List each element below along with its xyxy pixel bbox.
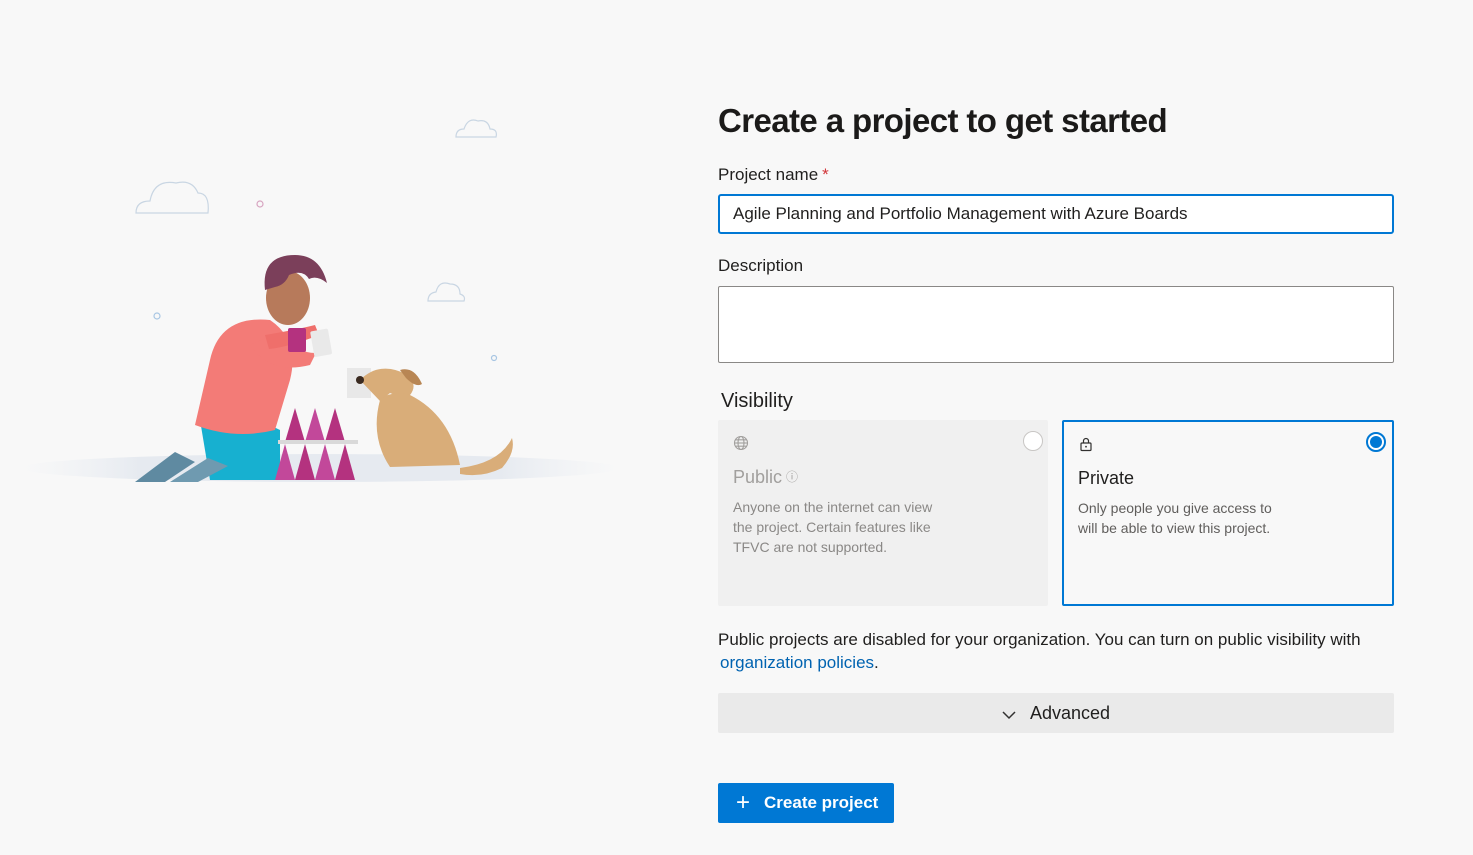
create-project-label: Create project xyxy=(764,793,879,812)
house-of-cards-illustration xyxy=(20,119,620,482)
visibility-label: Visibility xyxy=(721,390,793,412)
create-project-form: Create a project to get started Project … xyxy=(718,98,1394,823)
globe-icon xyxy=(733,435,1033,453)
advanced-label: Advanced xyxy=(1029,702,1111,723)
public-option-title: Public ⓘ xyxy=(733,466,1033,488)
project-name-label-text: Project name xyxy=(718,165,819,184)
public-option-title-text: Public xyxy=(733,467,783,487)
required-marker: * xyxy=(822,165,829,184)
create-project-button[interactable]: + Create project xyxy=(718,783,894,823)
lock-icon xyxy=(1078,436,1378,454)
description-input[interactable] xyxy=(718,286,1394,363)
visibility-option-private[interactable]: Private Only people you give access to w… xyxy=(1062,420,1394,606)
project-name-input[interactable] xyxy=(718,194,1394,234)
notice-end: . xyxy=(874,653,879,672)
project-name-label: Project name * xyxy=(718,164,829,186)
notice-text: Public projects are disabled for your or… xyxy=(718,630,1361,649)
description-label: Description xyxy=(718,256,804,275)
public-radio[interactable] xyxy=(1023,431,1043,451)
page-title: Create a project to get started xyxy=(718,102,1168,139)
private-radio[interactable] xyxy=(1366,432,1386,452)
plus-icon: + xyxy=(736,789,751,816)
info-icon[interactable]: ⓘ xyxy=(786,470,798,484)
private-option-title: Private xyxy=(1078,468,1135,488)
advanced-toggle[interactable]: Advanced xyxy=(718,693,1394,733)
public-option-description: Anyone on the internet can view the proj… xyxy=(733,499,933,555)
person-figure xyxy=(135,255,332,482)
organization-policies-link[interactable]: organization policies xyxy=(720,653,874,672)
private-option-description: Only people you give access to will be a… xyxy=(1078,500,1272,536)
chevron-down-icon xyxy=(1002,704,1016,720)
create-project-page: Create a project to get started Project … xyxy=(0,0,1473,855)
visibility-option-public[interactable]: Public ⓘ Anyone on the internet can view … xyxy=(718,420,1048,606)
public-disabled-notice: Public projects are disabled for your or… xyxy=(718,628,1394,674)
